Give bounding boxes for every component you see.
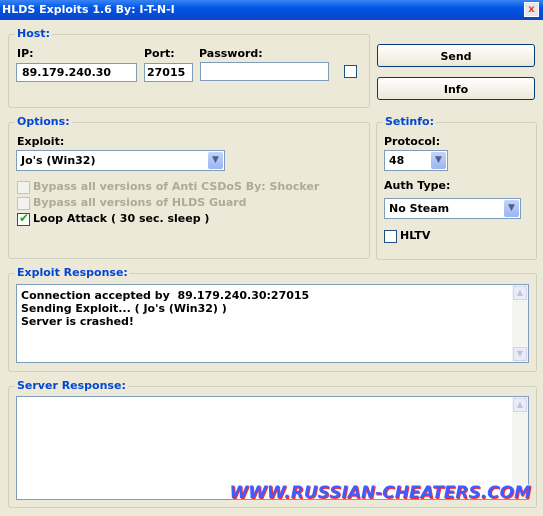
chevron-down-icon[interactable]: ▼ (431, 152, 446, 169)
exploit-response-scrollbar[interactable]: ▲ ▼ (512, 285, 528, 362)
send-button[interactable]: Send (377, 44, 535, 67)
window-title: HLDS Exploits 1.6 By: I-T-N-I (2, 3, 175, 16)
protocol-selected-value: 48 (389, 154, 405, 167)
check-icon: ✔ (19, 211, 30, 225)
host-group-label: Host: (15, 27, 52, 40)
ip-input[interactable]: 89.179.240.30 (16, 63, 137, 82)
password-input[interactable] (200, 62, 329, 81)
title-bar: HLDS Exploits 1.6 By: I-T-N-I x (0, 0, 543, 20)
server-response-label: Server Response: (15, 379, 128, 392)
exploit-response-textarea[interactable]: Connection accepted by 89.179.240.30:270… (16, 284, 529, 363)
loop-attack-checkbox[interactable]: ✔ (17, 211, 30, 226)
chevron-down-icon[interactable]: ▼ (504, 200, 519, 217)
port-label: Port: (144, 47, 175, 60)
protocol-select[interactable]: 48 ▼ (384, 150, 448, 171)
bypass-hldsguard-label: Bypass all versions of HLDS Guard (33, 196, 247, 209)
exploit-select[interactable]: Jo's (Win32) ▼ (16, 150, 225, 171)
scroll-down-icon[interactable]: ▼ (513, 347, 527, 361)
setinfo-group-label: Setinfo: (383, 115, 436, 128)
scroll-up-icon[interactable]: ▲ (513, 398, 527, 412)
auth-type-select[interactable]: No Steam ▼ (384, 198, 521, 219)
exploit-response-label: Exploit Response: (15, 266, 130, 279)
close-button[interactable]: x (524, 2, 539, 17)
options-group-label: Options: (15, 115, 72, 128)
hltv-label: HLTV (400, 229, 431, 242)
loop-attack-label: Loop Attack ( 30 sec. sleep ) (33, 212, 210, 225)
exploit-selected-value: Jo's (Win32) (21, 154, 96, 167)
host-extra-checkbox[interactable] (344, 65, 357, 78)
bypass-anticsdos-label: Bypass all versions of Anti CSDoS By: Sh… (33, 180, 320, 193)
watermark-logo: WWW.RUSSIAN-CHEATERS.COM (229, 483, 531, 503)
port-input[interactable]: 27015 (144, 63, 193, 82)
exploit-label: Exploit: (17, 135, 65, 148)
hltv-checkbox[interactable] (384, 230, 397, 243)
close-icon: x (528, 4, 535, 15)
chevron-down-icon[interactable]: ▼ (208, 152, 223, 169)
bypass-hldsguard-checkbox[interactable] (17, 197, 30, 210)
auth-type-selected-value: No Steam (389, 202, 450, 215)
exploit-response-text: Connection accepted by 89.179.240.30:270… (21, 289, 310, 328)
ip-label: IP: (17, 47, 34, 60)
auth-type-label: Auth Type: (384, 179, 451, 192)
scroll-up-icon[interactable]: ▲ (513, 286, 527, 300)
bypass-anticsdos-checkbox[interactable] (17, 181, 30, 194)
protocol-label: Protocol: (384, 135, 441, 148)
info-button[interactable]: Info (377, 77, 535, 100)
password-label: Password: (199, 47, 263, 60)
